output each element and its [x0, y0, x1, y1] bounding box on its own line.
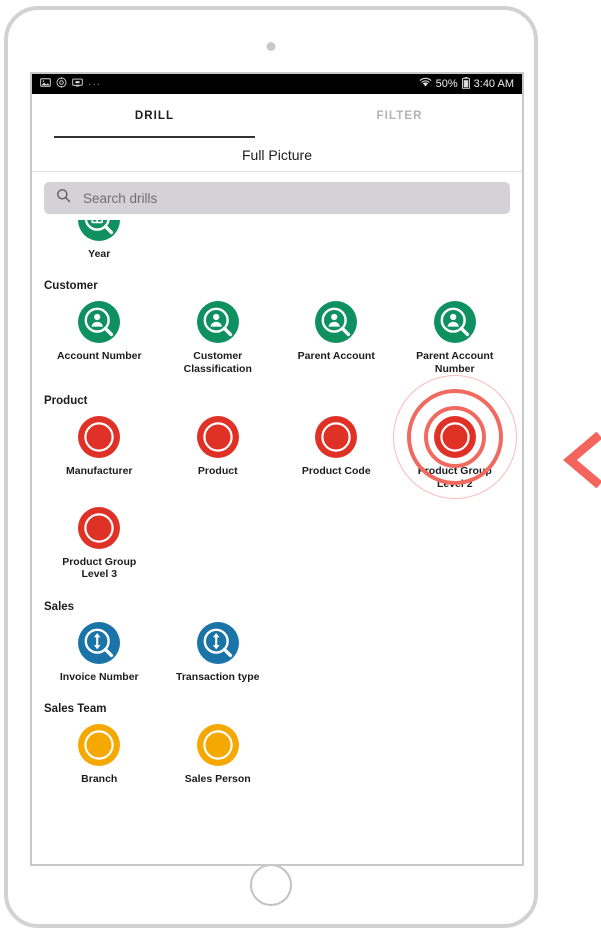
home-button[interactable] — [250, 864, 292, 906]
image-icon — [40, 77, 51, 91]
section-header-sales-team: Sales Team — [44, 703, 107, 715]
section-header-product: Product — [44, 395, 88, 408]
tab-filter-label: FILTER — [376, 110, 423, 122]
drill-item-label: Parent Account Number — [416, 350, 494, 375]
drill-item-label: Invoice Number — [59, 670, 139, 683]
page-title: Full Picture — [32, 138, 522, 172]
drill-item-parent-account[interactable]: Parent Account — [277, 296, 396, 385]
device-screen: ··· 50% 3:40 AM DRILL FILTER Full Pictur… — [30, 72, 524, 866]
clock-label: 3:40 AM — [473, 78, 514, 90]
drill-item-year[interactable]: Year — [40, 220, 159, 270]
ring-circle-icon — [196, 415, 240, 459]
tab-drill[interactable]: DRILL — [32, 94, 277, 138]
status-bar-left-icons: ··· — [40, 77, 101, 91]
drill-item-label: Product Code — [301, 465, 371, 478]
search-box[interactable] — [44, 182, 510, 214]
person-magnifier-icon — [77, 300, 121, 344]
status-bar: ··· 50% 3:40 AM — [32, 74, 522, 94]
drill-grid: Manufacturer Product Product Code Product G… — [40, 411, 514, 591]
drill-item-sales-person[interactable]: Sales Person — [159, 719, 278, 795]
settings-gear-icon — [56, 77, 67, 91]
drill-list[interactable]: Year Customer Account Number Customer Class… — [32, 220, 522, 862]
search-input[interactable] — [83, 190, 498, 206]
ring-circle-icon — [433, 415, 477, 459]
drill-item-parent-account-number[interactable]: Parent Account Number — [396, 296, 515, 385]
ring-circle-icon — [314, 415, 358, 459]
drill-item-label: Account Number — [56, 350, 142, 363]
drill-item-label: Customer Classification — [183, 350, 252, 375]
drill-item-product-group-level-3[interactable]: Product Group Level 3 — [40, 502, 159, 591]
drill-item-transaction-type[interactable]: Transaction type — [159, 617, 278, 693]
arrows-magnifier-icon — [196, 621, 240, 665]
battery-icon — [461, 76, 470, 92]
ring-circle-icon — [196, 723, 240, 767]
tab-filter[interactable]: FILTER — [277, 94, 522, 138]
search-bar-container — [32, 172, 522, 220]
front-camera-icon — [266, 42, 276, 51]
ring-circle-icon — [77, 506, 121, 550]
wifi-icon — [419, 77, 432, 91]
tab-bar: DRILL FILTER — [32, 94, 522, 138]
drill-grid: Invoice Number Transaction type — [40, 617, 514, 693]
drill-item-label: Product Group Level 3 — [62, 555, 137, 581]
chevron-left-icon — [562, 431, 601, 489]
section-header-sales: Sales — [44, 600, 75, 613]
drill-grid: Account Number Customer Classification Par… — [40, 296, 514, 385]
drill-item-label: Transaction type — [176, 670, 260, 683]
person-magnifier-icon — [314, 300, 358, 344]
calendar-magnifier-icon — [77, 220, 121, 242]
battery-percent-label: 50% — [435, 78, 458, 90]
person-magnifier-icon — [196, 300, 240, 344]
ring-circle-icon — [77, 723, 121, 767]
drill-item-label: Parent Account — [297, 350, 375, 363]
drill-item-label: Manufacturer — [65, 465, 133, 478]
drill-item-label: Branch — [81, 773, 118, 785]
drill-item-manufacturer[interactable]: Manufacturer — [40, 411, 159, 500]
drill-grid: Branch Sales Person — [40, 719, 514, 795]
status-overflow-dots: ··· — [88, 78, 101, 90]
status-bar-right: 50% 3:40 AM — [419, 76, 514, 92]
tab-drill-label: DRILL — [134, 110, 175, 122]
person-magnifier-icon — [433, 300, 477, 344]
tablet-frame: ··· 50% 3:40 AM DRILL FILTER Full Pictur… — [4, 6, 538, 928]
drill-item-account-number[interactable]: Account Number — [40, 296, 159, 385]
drill-item-product-group-level-2[interactable]: Product Group Level 2 — [396, 411, 515, 500]
drill-item-label: Sales Person — [184, 773, 251, 785]
drill-item-label: Product Group Level 2 — [417, 465, 492, 490]
arrows-magnifier-icon — [77, 621, 121, 665]
drill-item-product[interactable]: Product — [159, 411, 278, 500]
cast-screen-icon — [72, 77, 83, 91]
section-header-customer: Customer — [44, 280, 98, 293]
drill-item-label: Product — [197, 465, 238, 478]
search-icon — [56, 188, 71, 208]
drill-item-invoice-number[interactable]: Invoice Number — [40, 617, 159, 693]
drill-item-branch[interactable]: Branch — [40, 719, 159, 795]
drill-item-product-code[interactable]: Product Code — [277, 411, 396, 500]
drill-grid: Year — [40, 220, 514, 270]
ring-circle-icon — [77, 415, 121, 459]
drill-item-label: Year — [88, 248, 111, 260]
drill-item-customer-classification[interactable]: Customer Classification — [159, 296, 278, 385]
